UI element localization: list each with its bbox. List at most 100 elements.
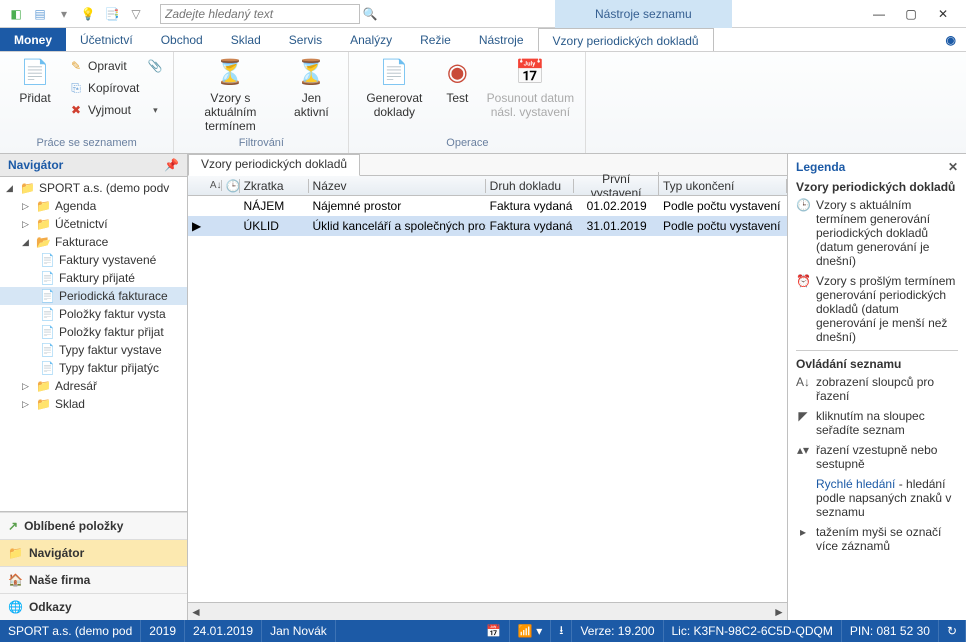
nav-section-odkazy[interactable]: 🌐Odkazy [0, 593, 187, 620]
tree-item-faktury-vystavene[interactable]: 📄Faktury vystavené [0, 251, 187, 269]
col-nazev[interactable]: Název [309, 179, 486, 193]
tab-sklad[interactable]: Sklad [217, 28, 275, 51]
context-tab[interactable]: Nástroje seznamu [555, 0, 732, 28]
col-zkratka[interactable]: Zkratka [240, 179, 309, 193]
kopirovat-button[interactable]: ⎘Kopírovat [68, 78, 139, 98]
notes-icon[interactable]: 📑 [102, 4, 122, 24]
qat-icon-1[interactable]: ◧ [6, 4, 26, 24]
help-icon[interactable]: ◉ [936, 28, 966, 51]
opravit-button[interactable]: ✎Opravit [68, 56, 139, 76]
quick-access-toolbar: ◧ ▤ ▾ 💡 📑 ▽ [0, 4, 152, 24]
legend-text: řazení vzestupně nebo sestupně [816, 443, 958, 471]
minimize-button[interactable]: — [868, 7, 890, 21]
posun-label: Posunout datum násl. vystavení [485, 91, 575, 119]
tree-root[interactable]: ◢📁SPORT a.s. (demo podv [0, 179, 187, 197]
status-bar: SPORT a.s. (demo pod 2019 24.01.2019 Jan… [0, 620, 966, 642]
status-download-icon[interactable]: ⭳ [551, 620, 572, 642]
status-user[interactable]: Jan Novák [262, 620, 336, 642]
tree-item-polozky-vysta[interactable]: 📄Položky faktur vysta [0, 305, 187, 323]
tab-servis[interactable]: Servis [275, 28, 336, 51]
tab-nastroje[interactable]: Nástroje [465, 28, 538, 51]
vyjmout-dropdown[interactable]: ▾ [147, 100, 163, 120]
tree-root-label: SPORT a.s. (demo podv [39, 181, 169, 195]
navigator-sections: ↗Oblíbené položky 📁Navigátor 🏠Naše firma… [0, 511, 187, 620]
tree-item-periodicka[interactable]: 📄Periodická fakturace [0, 287, 187, 305]
status-agenda[interactable]: SPORT a.s. (demo pod [0, 620, 141, 642]
nav-section-navigator[interactable]: 📁Navigátor [0, 539, 187, 566]
paperclip-icon: 📎 [147, 58, 163, 74]
status-rss-icon[interactable]: 📶 ▾ [510, 620, 551, 642]
legend-close-icon[interactable]: ✕ [948, 160, 958, 174]
tree-item-adresar[interactable]: ▷📁Adresář [0, 377, 187, 395]
menu-tab-strip: Money Účetnictví Obchod Sklad Servis Ana… [0, 28, 966, 52]
nav-section-nasefirma[interactable]: 🏠Naše firma [0, 566, 187, 593]
cell-druh: Faktura vydaná [486, 199, 575, 213]
tab-obchod[interactable]: Obchod [147, 28, 217, 51]
tree-item-ucetnictvi[interactable]: ▷📁Účetnictví [0, 215, 187, 233]
tab-ucetnictvi[interactable]: Účetnictví [66, 28, 147, 51]
attach-button[interactable]: 📎 [147, 56, 163, 76]
status-calendar-icon[interactable]: 📅 [478, 620, 510, 642]
status-datum[interactable]: 24.01.2019 [185, 620, 262, 642]
generovat-button[interactable]: 📄 Generovat doklady [359, 56, 429, 119]
tree-label: Sklad [55, 397, 85, 411]
pin-icon[interactable]: 📌 [164, 158, 179, 172]
sort-asc-desc-icon: ▴▾ [796, 443, 810, 471]
status-rok[interactable]: 2019 [141, 620, 185, 642]
cell-nazev: Úklid kanceláří a společných prostor [309, 219, 486, 233]
tree-item-sklad[interactable]: ▷📁Sklad [0, 395, 187, 413]
tab-analyzy[interactable]: Analýzy [336, 28, 406, 51]
test-label: Test [446, 91, 468, 105]
tree-label: Agenda [55, 199, 96, 213]
status-pin[interactable]: PIN: 081 52 30 [842, 620, 939, 642]
tree-item-polozky-prijat[interactable]: 📄Položky faktur přijat [0, 323, 187, 341]
funnel-icon: ⏳ [214, 56, 246, 88]
col-druh[interactable]: Druh dokladu [486, 179, 575, 193]
sort-click-icon: ◤ [796, 409, 810, 437]
close-button[interactable]: ✕ [932, 7, 954, 21]
status-verze[interactable]: Verze: 19.200 [572, 620, 663, 642]
lightbulb-icon[interactable]: 💡 [78, 4, 98, 24]
search-input[interactable] [160, 4, 360, 24]
tab-vzory[interactable]: Vzory periodických dokladů [538, 28, 714, 51]
horizontal-scrollbar[interactable]: ◄ ► [188, 602, 787, 620]
tab-money[interactable]: Money [0, 28, 66, 51]
vyjmout-button[interactable]: ✖Vyjmout [68, 100, 139, 120]
folder-icon: 📁 [8, 546, 23, 560]
cell-typ: Podle počtu vystavení [659, 219, 787, 233]
search-icon[interactable]: 🔍 [360, 4, 380, 24]
arrow-icon: ↗ [8, 519, 18, 533]
ribbon-group-label: Filtrování [184, 137, 338, 149]
tree-item-faktury-prijate[interactable]: 📄Faktury přijaté [0, 269, 187, 287]
scroll-right-icon[interactable]: ► [771, 605, 787, 619]
qat-dropdown-icon[interactable]: ▾ [54, 4, 74, 24]
scroll-left-icon[interactable]: ◄ [188, 605, 204, 619]
status-sync-icon[interactable]: ↻ [939, 620, 966, 642]
tree-item-typy-vystave[interactable]: 📄Typy faktur vystave [0, 341, 187, 359]
add-button[interactable]: 📄 Přidat [10, 56, 60, 105]
status-lic[interactable]: Lic: K3FN-98C2-6C5D-QDQM [664, 620, 842, 642]
col-typ[interactable]: Typ ukončení [659, 179, 787, 193]
quick-search-link[interactable]: Rychlé hledání [816, 477, 895, 491]
tree-item-fakturace[interactable]: ◢📂Fakturace [0, 233, 187, 251]
col-clock-icon[interactable]: 🕒 [222, 179, 240, 193]
test-button[interactable]: ◉ Test [437, 56, 477, 105]
maximize-button[interactable]: ▢ [900, 7, 922, 21]
grid-pane: Vzory periodických dokladů A↓ 🕒 Zkratka … [188, 154, 788, 620]
tab-rezie[interactable]: Režie [406, 28, 465, 51]
tree-item-typy-prijatyc[interactable]: 📄Typy faktur přijatýc [0, 359, 187, 377]
table-row[interactable]: ▶ ÚKLID Úklid kanceláří a společných pro… [188, 216, 787, 236]
filter-dropdown-icon[interactable]: ▽ [126, 4, 146, 24]
legend-text: Vzory s aktuálním termínem generování pe… [816, 198, 958, 268]
navigator-tree: ◢📁SPORT a.s. (demo podv ▷📁Agenda ▷📁Účetn… [0, 177, 187, 511]
filtr-aktualni-button[interactable]: ⏳ Vzory s aktuálním termínem [184, 56, 276, 133]
tree-item-agenda[interactable]: ▷📁Agenda [0, 197, 187, 215]
col-sort-icon[interactable]: A↓ [206, 180, 222, 191]
delete-icon: ✖ [68, 102, 84, 118]
filtr-aktivni-button[interactable]: ⏳ Jen aktivní [284, 56, 338, 119]
qat-icon-2[interactable]: ▤ [30, 4, 50, 24]
nav-section-oblibene[interactable]: ↗Oblíbené položky [0, 512, 187, 539]
cell-typ: Podle počtu vystavení [659, 199, 787, 213]
table-row[interactable]: NÁJEM Nájemné prostor Faktura vydaná 01.… [188, 196, 787, 216]
grid-tab-active[interactable]: Vzory periodických dokladů [188, 154, 360, 176]
